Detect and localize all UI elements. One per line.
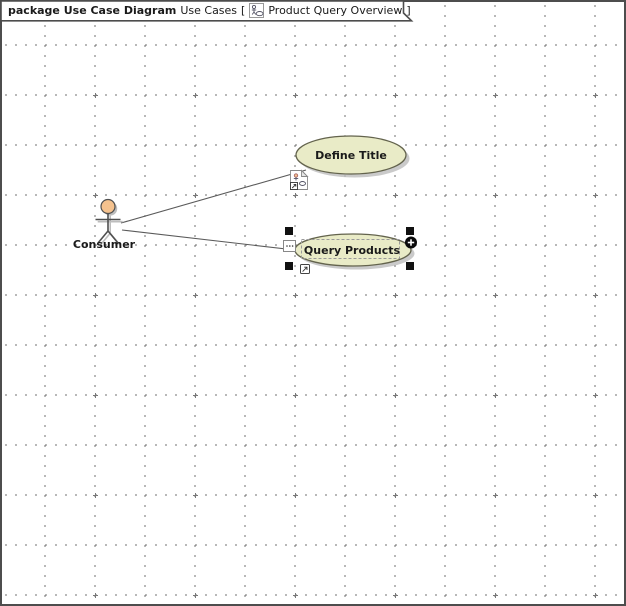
resize-handle-bottom-left[interactable] <box>285 262 293 270</box>
use-case-label: Query Products <box>304 244 401 257</box>
use-case-diagram-icon <box>249 3 265 18</box>
diagram-editor-canvas[interactable]: Define Title Query Products Consumer pac… <box>0 0 626 606</box>
resize-handle-top-left[interactable] <box>285 227 293 235</box>
attached-diagram-page-icon[interactable] <box>290 169 309 190</box>
plus-circle-button[interactable] <box>405 236 417 249</box>
frame-bracket-close: ] <box>406 4 411 17</box>
diagram-shapes: Define Title Query Products <box>95 135 417 274</box>
diagram-frame-header: package Use Case Diagram Use Cases [ Pro… <box>0 0 416 23</box>
frame-kind-and-package-label: package Use Case Diagram <box>8 4 177 17</box>
resize-handle-top-right[interactable] <box>406 227 414 235</box>
use-case-define-title[interactable]: Define Title <box>295 135 410 178</box>
page-fold <box>301 169 309 177</box>
navigate-arrow-button[interactable] <box>300 264 310 274</box>
frame-bracket-open: [ <box>241 4 246 17</box>
association-consumer-query-products[interactable] <box>121 229 296 251</box>
ellipsis-button[interactable] <box>283 240 296 252</box>
use-case-query-products[interactable]: Query Products <box>294 233 415 270</box>
association-consumer-define-title[interactable] <box>120 169 307 224</box>
frame-context-label: Use Cases <box>180 4 238 17</box>
resize-handle-bottom-right[interactable] <box>406 262 414 270</box>
use-case-label: Define Title <box>315 149 387 162</box>
frame-diagram-name: Product Query Overview <box>268 4 403 17</box>
actor-name-label: Consumer <box>72 238 136 251</box>
